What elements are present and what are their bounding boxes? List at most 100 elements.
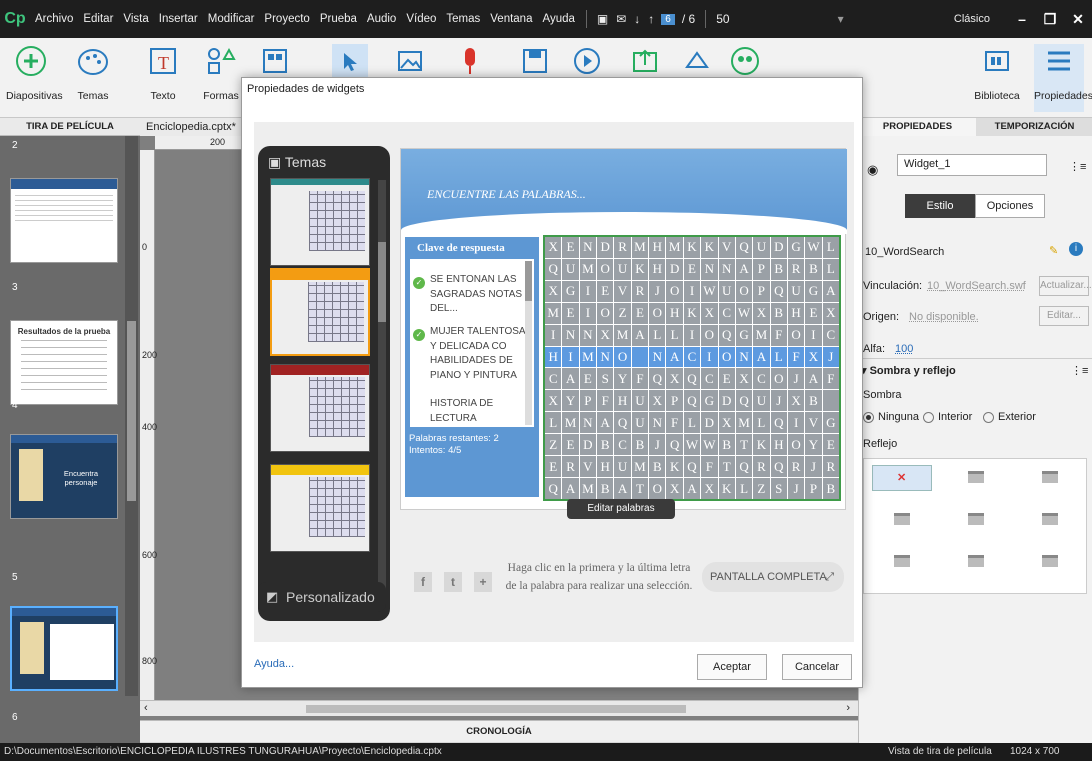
grid-cell[interactable]: A (805, 368, 822, 390)
grid-cell[interactable]: M (614, 324, 631, 346)
grid-cell[interactable]: Q (666, 434, 683, 456)
grid-cell[interactable]: U (631, 390, 649, 412)
grid-cell[interactable]: I (683, 324, 701, 346)
grid-cell[interactable]: N (579, 412, 597, 434)
mail-icon[interactable]: ✉ (612, 12, 630, 26)
grid-cell[interactable]: E (718, 368, 735, 390)
grid-cell[interactable]: S (770, 478, 787, 499)
theme-option[interactable] (270, 364, 370, 452)
grid-cell[interactable]: R (614, 237, 631, 258)
grid-cell[interactable]: R (822, 456, 839, 478)
grid-cell[interactable]: Q (735, 390, 753, 412)
grid-cell[interactable]: X (666, 368, 683, 390)
grid-cell[interactable]: C (718, 302, 735, 324)
grid-cell[interactable]: M (579, 478, 597, 499)
grid-cell[interactable]: X (753, 302, 770, 324)
grid-cell[interactable]: U (614, 456, 631, 478)
grid-cell[interactable]: B (649, 456, 666, 478)
menu-icon[interactable]: ⋮≡ (1071, 364, 1088, 377)
style-tab[interactable]: Estilo (905, 194, 975, 218)
grid-cell[interactable]: F (822, 368, 839, 390)
accept-button[interactable]: Aceptar (697, 654, 767, 680)
grid-cell[interactable]: B (718, 434, 735, 456)
grid-cell[interactable]: P (753, 258, 770, 280)
grid-cell[interactable]: W (735, 302, 753, 324)
library-button[interactable]: Biblioteca (972, 44, 1022, 112)
options-tab[interactable]: Opciones (975, 194, 1045, 218)
grid-cell[interactable]: I (683, 280, 701, 302)
menu-audio[interactable]: Audio (362, 13, 401, 25)
grid-cell[interactable]: W (683, 434, 701, 456)
edit-button[interactable]: Editar... (1039, 306, 1089, 326)
grid-cell[interactable]: K (631, 258, 649, 280)
grid-cell[interactable]: Q (683, 368, 701, 390)
grid-cell[interactable]: E (562, 434, 579, 456)
grid-cell[interactable]: U (631, 412, 649, 434)
grid-cell[interactable]: X (666, 478, 683, 499)
grid-cell[interactable]: A (597, 412, 614, 434)
grid-cell[interactable]: U (753, 390, 770, 412)
cancel-button[interactable]: Cancelar (782, 654, 852, 680)
grid-cell[interactable]: M (631, 456, 649, 478)
widget-name-field[interactable]: Widget_1 (897, 154, 1047, 176)
menu-archivo[interactable]: Archivo (30, 13, 78, 25)
grid-cell[interactable]: D (597, 237, 614, 258)
grid-cell[interactable]: I (579, 302, 597, 324)
grid-cell[interactable]: W (805, 237, 822, 258)
grid-cell[interactable]: N (597, 346, 614, 368)
grid-cell[interactable]: W (701, 434, 718, 456)
grid-cell[interactable]: G (805, 280, 822, 302)
grid-cell[interactable]: O (735, 280, 753, 302)
grid-cell[interactable]: A (614, 478, 631, 499)
grid-cell[interactable]: Z (545, 434, 562, 456)
info-icon[interactable]: i (1069, 242, 1083, 256)
reflection-option-icon[interactable] (1042, 555, 1058, 567)
grid-cell[interactable]: L (666, 324, 683, 346)
grid-cell[interactable]: C (683, 346, 701, 368)
grid-cell[interactable]: G (787, 237, 805, 258)
reflection-option-icon[interactable] (1042, 513, 1058, 525)
grid-cell[interactable]: E (597, 280, 614, 302)
menu-temas[interactable]: Temas (441, 13, 485, 25)
grid-cell[interactable]: L (770, 346, 787, 368)
grid-cell[interactable] (822, 390, 839, 412)
grid-cell[interactable]: X (649, 390, 666, 412)
grid-cell[interactable]: A (631, 324, 649, 346)
grid-cell[interactable]: L (683, 412, 701, 434)
grid-cell[interactable]: M (579, 346, 597, 368)
grid-cell[interactable]: P (666, 390, 683, 412)
grid-cell[interactable]: I (579, 280, 597, 302)
grid-cell[interactable]: H (666, 302, 683, 324)
grid-cell[interactable]: B (805, 390, 822, 412)
grid-cell[interactable]: D (770, 237, 787, 258)
grid-cell[interactable]: C (822, 324, 839, 346)
grid-cell[interactable]: J (787, 478, 805, 499)
grid-cell[interactable]: X (735, 368, 753, 390)
timeline-panel[interactable]: CRONOLOGÍA (140, 720, 858, 742)
grid-cell[interactable]: M (753, 324, 770, 346)
grid-cell[interactable]: M (545, 302, 562, 324)
grid-cell[interactable]: P (579, 390, 597, 412)
grid-cell[interactable]: O (718, 346, 735, 368)
grid-cell[interactable]: J (649, 280, 666, 302)
menu-editar[interactable]: Editar (78, 13, 118, 25)
grid-cell[interactable]: T (718, 456, 735, 478)
grid-cell[interactable]: O (649, 478, 666, 499)
slide-thumbnail-3[interactable]: Resultados de la prueba (10, 320, 118, 405)
edit-words-button[interactable]: Editar palabras (567, 499, 675, 519)
grid-cell[interactable]: U (614, 258, 631, 280)
grid-cell[interactable]: C (545, 368, 562, 390)
grid-cell[interactable]: Q (770, 412, 787, 434)
grid-cell[interactable]: W (701, 280, 718, 302)
grid-cell[interactable]: J (805, 456, 822, 478)
grid-cell[interactable]: A (753, 346, 770, 368)
grid-cell[interactable]: D (666, 258, 683, 280)
menu-ayuda[interactable]: Ayuda (537, 13, 579, 25)
grid-cell[interactable]: F (597, 390, 614, 412)
grid-cell[interactable]: F (701, 456, 718, 478)
grid-cell[interactable]: O (597, 302, 614, 324)
grid-cell[interactable]: N (579, 237, 597, 258)
grid-cell[interactable]: V (718, 237, 735, 258)
grid-cell[interactable]: X (545, 390, 562, 412)
grid-cell[interactable]: C (614, 434, 631, 456)
